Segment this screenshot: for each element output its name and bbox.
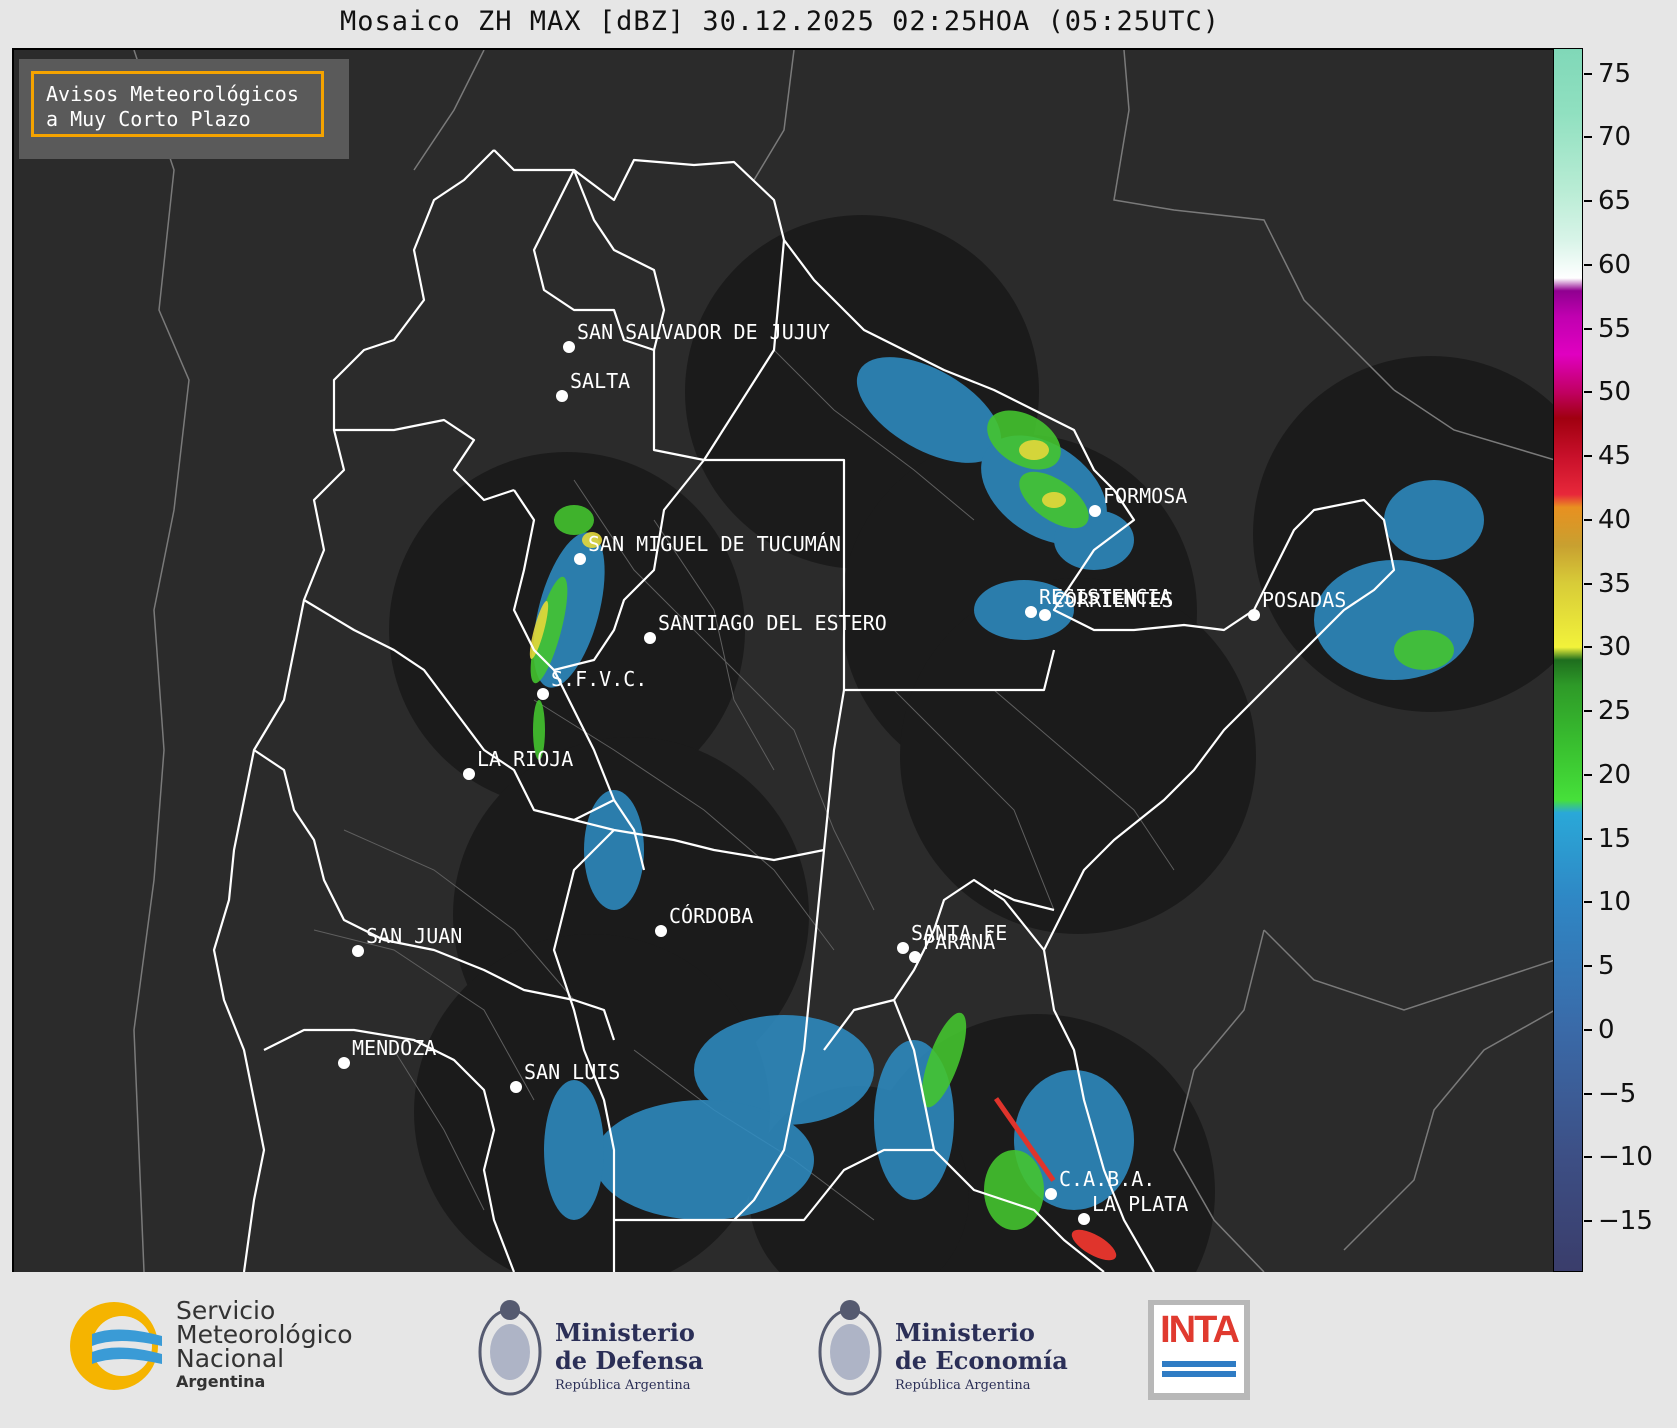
city-label: SAN SALVADOR DE JUJUY: [577, 320, 830, 344]
city-label: SAN LUIS: [524, 1060, 620, 1084]
inta-logo: INTA: [1148, 1300, 1250, 1400]
smn-line4: Argentina: [176, 1372, 266, 1391]
aviso-label: Avisos Meteorológicos a Muy Corto Plazo: [31, 71, 324, 137]
city-label: SALTA: [570, 369, 630, 393]
city-label: PARANÁ: [923, 930, 995, 954]
city-label: LA PLATA: [1092, 1192, 1188, 1216]
defensa-line3: República Argentina: [555, 1378, 691, 1393]
city-label: CÓRDOBA: [669, 904, 753, 928]
city-label: SAN JUAN: [366, 924, 462, 948]
radar-map[interactable]: SAN SALVADOR DE JUJUY SALTA SAN MIGUEL DE …: [12, 48, 1557, 1274]
city-label: S.F.V.C.: [551, 667, 647, 691]
colorbar-tick-label: −15: [1598, 1206, 1653, 1236]
city-marker[interactable]: [1089, 505, 1101, 517]
colorbar-tick: [1584, 263, 1592, 266]
city-marker[interactable]: [556, 390, 568, 402]
colorbar-tick: [1584, 136, 1592, 139]
economia-line1: Ministerio: [895, 1318, 1035, 1347]
city-marker[interactable]: [1025, 606, 1037, 618]
colorbar-tick: [1584, 1220, 1592, 1222]
colorbar-tick-label: 0: [1598, 1014, 1615, 1045]
colorbar-tick: [1584, 1156, 1592, 1159]
colorbar-tick: [1584, 72, 1592, 75]
economia-line2: de Economía: [895, 1346, 1068, 1375]
city-marker[interactable]: [463, 768, 475, 780]
city-marker[interactable]: [574, 553, 586, 565]
colorbar-tick: [1584, 965, 1592, 967]
smn-emblem-icon: [70, 1302, 162, 1390]
escudo-icon: [818, 1300, 882, 1396]
city-label: SANTIAGO DEL ESTERO: [658, 611, 887, 635]
defensa-line2: de Defensa: [555, 1346, 704, 1375]
defensa-logo: Ministerio de Defensa República Argentin…: [475, 1290, 735, 1410]
city-marker[interactable]: [1078, 1213, 1090, 1225]
inta-label: INTA: [1160, 1309, 1240, 1351]
colorbar-tick: [1584, 200, 1592, 202]
colorbar-tick-label: 55: [1598, 313, 1632, 344]
map-title: Mosaico ZH MAX [dBZ] 30.12.2025 02:25HOA…: [339, 6, 1221, 37]
economia-line3: República Argentina: [895, 1378, 1031, 1393]
colorbar-tick: [1584, 391, 1592, 394]
city-marker[interactable]: [1045, 1188, 1057, 1200]
city-marker[interactable]: [644, 632, 656, 644]
city-marker[interactable]: [1039, 609, 1051, 621]
city-label: FORMOSA: [1103, 484, 1187, 508]
city-marker[interactable]: [655, 925, 667, 937]
colorbar-tick-label: 15: [1598, 823, 1632, 854]
city-label: SAN MIGUEL DE TUCUMÁN: [588, 532, 841, 556]
city-label: CORRIENTES: [1053, 588, 1173, 612]
city-marker[interactable]: [352, 945, 364, 957]
smn-line3: Nacional: [176, 1344, 285, 1373]
colorbar-tick-label: 30: [1598, 632, 1632, 663]
colorbar-tick-label: 5: [1598, 951, 1615, 981]
city-marker[interactable]: [537, 688, 549, 700]
colorbar-tick-label: 40: [1598, 504, 1632, 535]
colorbar-tick: [1584, 646, 1592, 649]
colorbar-tick: [1584, 773, 1592, 776]
colorbar-tick: [1584, 1092, 1592, 1095]
colorbar-tick-label: 20: [1598, 759, 1632, 790]
defensa-line1: Ministerio: [555, 1318, 695, 1347]
city-marker[interactable]: [338, 1057, 350, 1069]
escudo-icon: [478, 1300, 542, 1396]
city-marker[interactable]: [909, 951, 921, 963]
city-label: C.A.B.A.: [1059, 1167, 1155, 1191]
colorbar-tick: [1584, 837, 1592, 840]
colorbar-tick: [1584, 901, 1592, 904]
dbz-colorbar: [1553, 48, 1583, 1272]
map-canvas: SAN SALVADOR DE JUJUY SALTA SAN MIGUEL DE …: [133, 50, 1555, 1272]
colorbar-tick: [1584, 518, 1592, 521]
colorbar-tick-label: 45: [1598, 441, 1632, 471]
footer-logos: Servicio Meteorológico Nacional Argentin…: [0, 1272, 1677, 1428]
economia-logo: Ministerio de Economía República Argenti…: [815, 1290, 1075, 1410]
colorbar-tick: [1584, 327, 1592, 330]
colorbar-tick: [1584, 1028, 1592, 1031]
colorbar-tick-label: 70: [1598, 122, 1632, 153]
colorbar-tick: [1584, 710, 1592, 712]
colorbar-tick-label: 75: [1598, 58, 1632, 89]
colorbar-tick-label: 65: [1598, 186, 1632, 216]
colorbar-tick-label: 25: [1598, 696, 1632, 726]
colorbar-tick-label: 35: [1598, 568, 1632, 599]
colorbar-tick-label: 60: [1598, 249, 1632, 280]
colorbar-tick: [1584, 582, 1592, 585]
city-marker[interactable]: [510, 1081, 522, 1093]
smn-logo: Servicio Meteorológico Nacional Argentin…: [62, 1294, 382, 1394]
city-marker[interactable]: [1248, 609, 1260, 621]
city-marker[interactable]: [897, 942, 909, 954]
colorbar-tick-label: −10: [1598, 1142, 1653, 1173]
colorbar-tick: [1584, 455, 1592, 457]
aviso-panel: Avisos Meteorológicos a Muy Corto Plazo: [19, 59, 349, 159]
city-label: POSADAS: [1262, 588, 1346, 612]
city-label: MENDOZA: [352, 1036, 436, 1060]
colorbar-tick-label: −5: [1598, 1078, 1637, 1109]
city-label: LA RIOJA: [477, 747, 573, 771]
colorbar-tick-label: 50: [1598, 377, 1632, 408]
city-marker[interactable]: [563, 341, 575, 353]
colorbar-tick-label: 10: [1598, 887, 1632, 918]
